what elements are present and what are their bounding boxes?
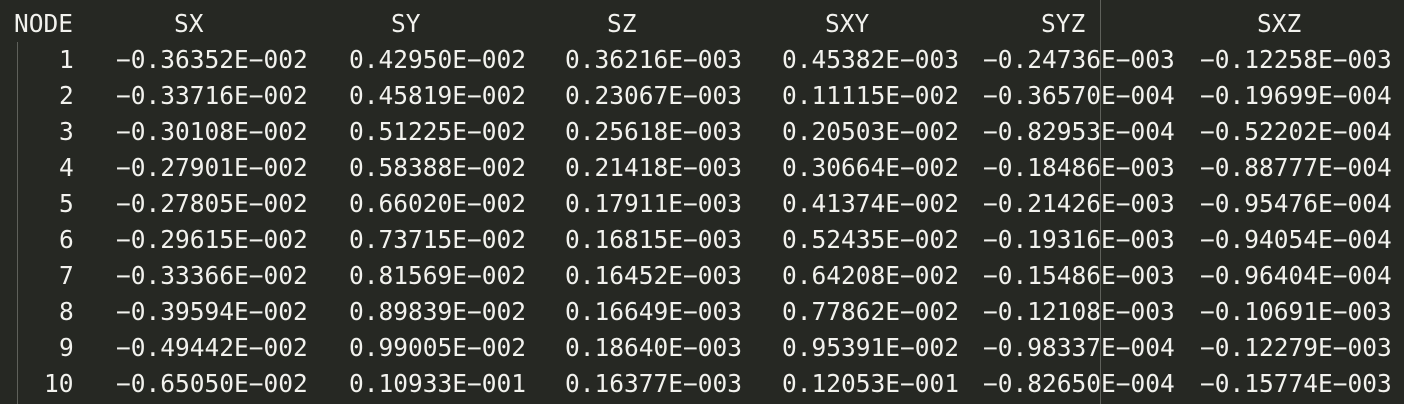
cell-syz: −0.18486E−003 xyxy=(983,153,1175,182)
cell-sxy: 0.30664E−002 xyxy=(782,153,960,182)
header-sxz: SXZ xyxy=(1257,9,1302,38)
cell-sz: 0.23067E−003 xyxy=(565,81,743,110)
cell-sxy: 0.11115E−002 xyxy=(782,81,960,110)
cell-sy: 0.58388E−002 xyxy=(349,153,527,182)
header-sxy: SXY xyxy=(825,9,870,38)
cell-sxy: 0.52435E−002 xyxy=(782,225,960,254)
cell-sz: 0.25618E−003 xyxy=(565,117,743,146)
cell-sxy: 0.41374E−002 xyxy=(782,189,960,218)
header-node: NODE xyxy=(14,9,74,38)
cell-sx: −0.29615E−002 xyxy=(116,225,308,254)
cell-sz: 0.36216E−003 xyxy=(565,45,743,74)
cell-sxy: 0.95391E−002 xyxy=(782,333,960,362)
cell-sy: 0.45819E−002 xyxy=(349,81,527,110)
cell-syz: −0.98337E−004 xyxy=(983,333,1175,362)
cell-sy: 0.99005E−002 xyxy=(349,333,527,362)
cell-sxz: −0.88777E−004 xyxy=(1200,153,1392,182)
cell-node: 8 xyxy=(59,297,74,326)
cell-sy: 0.10933E−001 xyxy=(349,369,527,398)
cell-sxz: −0.94054E−004 xyxy=(1200,225,1392,254)
cell-sx: −0.65050E−002 xyxy=(116,369,308,398)
cell-syz: −0.19316E−003 xyxy=(983,225,1175,254)
cell-sy: 0.89839E−002 xyxy=(349,297,527,326)
cell-sz: 0.21418E−003 xyxy=(565,153,743,182)
cell-sxz: −0.52202E−004 xyxy=(1200,117,1392,146)
cell-sz: 0.17911E−003 xyxy=(565,189,743,218)
cell-syz: −0.21426E−003 xyxy=(983,189,1175,218)
cell-syz: −0.82953E−004 xyxy=(983,117,1175,146)
cell-syz: −0.36570E−004 xyxy=(983,81,1175,110)
cell-node: 6 xyxy=(59,225,74,254)
cell-node: 10 xyxy=(44,369,74,398)
cell-sxz: −0.12258E−003 xyxy=(1200,45,1392,74)
header-sy: SY xyxy=(391,9,421,38)
cell-sz: 0.16815E−003 xyxy=(565,225,743,254)
cell-sx: −0.39594E−002 xyxy=(116,297,308,326)
cell-sxz: −0.12279E−003 xyxy=(1200,333,1392,362)
cell-node: 3 xyxy=(59,117,74,146)
cell-node: 9 xyxy=(59,333,74,362)
cell-node: 1 xyxy=(59,45,74,74)
cell-syz: −0.12108E−003 xyxy=(983,297,1175,326)
cell-sxz: −0.15774E−003 xyxy=(1200,369,1392,398)
cell-sxy: 0.20503E−002 xyxy=(782,117,960,146)
cell-sy: 0.73715E−002 xyxy=(349,225,527,254)
text-editor-pane[interactable]: NODE SX SY SZ SXY SYZ SXZ 1 −0.36352E−002… xyxy=(0,0,1404,404)
cell-sxy: 0.77862E−002 xyxy=(782,297,960,326)
header-sz: SZ xyxy=(607,9,637,38)
cell-sz: 0.16452E−003 xyxy=(565,261,743,290)
cell-sx: −0.36352E−002 xyxy=(116,45,308,74)
cell-sxy: 0.12053E−001 xyxy=(782,369,960,398)
cell-sx: −0.49442E−002 xyxy=(116,333,308,362)
cell-sxz: −0.95476E−004 xyxy=(1200,189,1392,218)
cell-sy: 0.66020E−002 xyxy=(349,189,527,218)
cell-sy: 0.42950E−002 xyxy=(349,45,527,74)
cell-sx: −0.30108E−002 xyxy=(116,117,308,146)
cell-sx: −0.33366E−002 xyxy=(116,261,308,290)
cell-sxy: 0.45382E−003 xyxy=(782,45,960,74)
cell-sx: −0.33716E−002 xyxy=(116,81,308,110)
cell-sxz: −0.19699E−004 xyxy=(1200,81,1392,110)
cell-syz: −0.82650E−004 xyxy=(983,369,1175,398)
cell-sz: 0.16377E−003 xyxy=(565,369,743,398)
cell-sx: −0.27805E−002 xyxy=(116,189,308,218)
cell-sx: −0.27901E−002 xyxy=(116,153,308,182)
cell-node: 7 xyxy=(59,261,74,290)
cell-sz: 0.16649E−003 xyxy=(565,297,743,326)
header-sx: SX xyxy=(174,9,204,38)
cell-node: 5 xyxy=(59,189,74,218)
cell-sxy: 0.64208E−002 xyxy=(782,261,960,290)
cell-sxz: −0.96404E−004 xyxy=(1200,261,1392,290)
cell-syz: −0.15486E−003 xyxy=(983,261,1175,290)
cell-sz: 0.18640E−003 xyxy=(565,333,743,362)
header-row: NODE SX SY SZ SXY SYZ SXZ xyxy=(0,6,1301,42)
cell-syz: −0.24736E−003 xyxy=(983,45,1175,74)
cell-node: 2 xyxy=(59,81,74,110)
cell-node: 4 xyxy=(59,153,74,182)
cell-sy: 0.51225E−002 xyxy=(349,117,527,146)
cell-sxz: −0.10691E−003 xyxy=(1200,297,1392,326)
cell-sy: 0.81569E−002 xyxy=(349,261,527,290)
header-syz: SYZ xyxy=(1041,9,1086,38)
